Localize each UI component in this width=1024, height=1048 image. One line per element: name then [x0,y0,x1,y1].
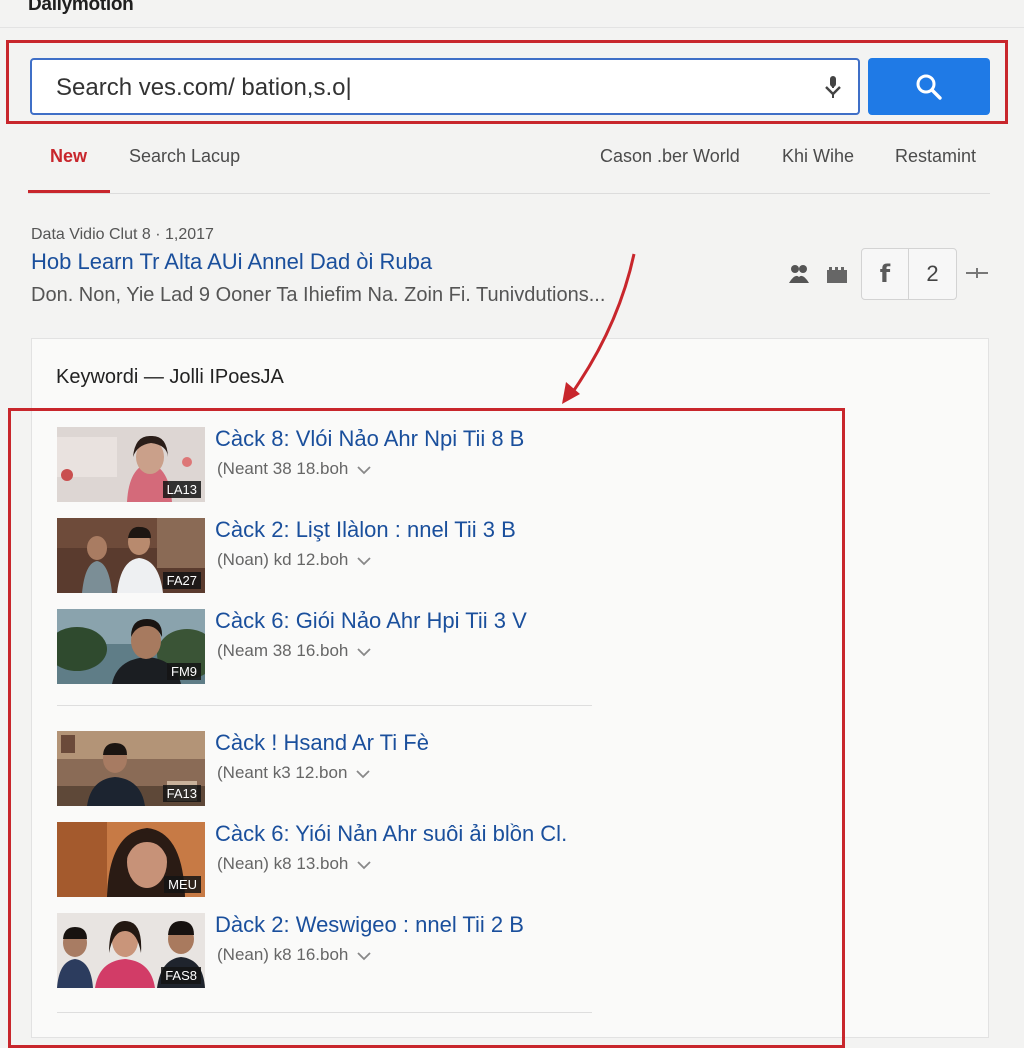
search-box[interactable] [30,58,860,115]
share-group: f 2 [861,248,957,300]
add-icon[interactable] [964,262,990,284]
tab-cason-ber-world[interactable]: Cason .ber World [600,146,740,167]
facebook-share-button[interactable]: f [862,249,909,299]
tabs-divider [28,193,990,194]
tab-search-lacup[interactable]: Search Lacup [129,146,240,167]
tab-khi-wihe[interactable]: Khi Wihe [782,146,854,167]
tab-new[interactable]: New [50,146,87,167]
panel-heading: Keywordi — Jolli IPoesJA [56,366,284,388]
result-meta: Data Vidio Clut 8 · 1,2017 [31,226,214,243]
result-title-link[interactable]: Hob Learn Tr Alta AUi Annel Dad òi Ruba [31,249,432,275]
search-input[interactable] [54,70,798,106]
search-button[interactable] [868,58,990,115]
active-tab-indicator [28,190,110,193]
tab-restamint[interactable]: Restamint [895,146,976,167]
site-logo[interactable]: Dailymotion [28,0,134,16]
result-description: Don. Non, Yie Lad 9 Ooner Ta Ihiefim Na.… [31,284,606,306]
film-icon[interactable] [826,266,848,284]
header-divider [0,27,1024,28]
microphone-icon[interactable] [822,75,844,99]
annotation-arrow-icon [562,253,636,404]
list-highlight-box [8,408,845,1048]
search-icon [916,74,942,100]
users-icon[interactable] [788,262,810,284]
share-count[interactable]: 2 [909,249,956,299]
